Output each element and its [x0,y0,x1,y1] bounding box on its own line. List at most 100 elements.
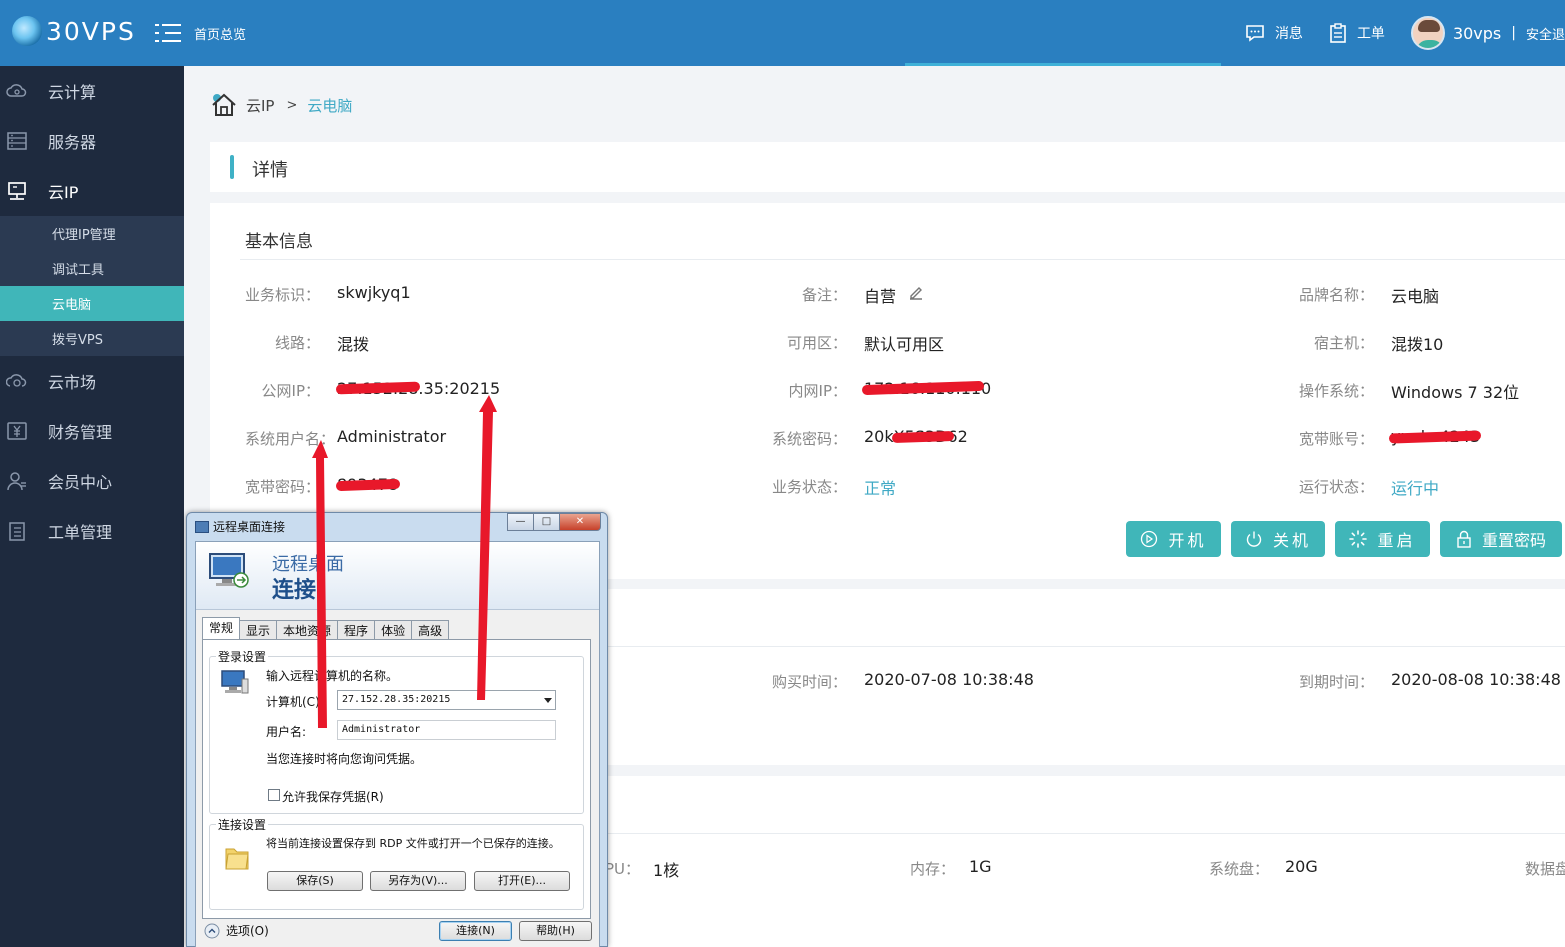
biz-id-value: skwjkyq1 [337,283,411,302]
tab-display[interactable]: 显示 [239,620,278,639]
tab-local-resources[interactable]: 本地资源 [276,620,339,639]
sys-user-label: 系统用户名： [245,430,336,448]
host-value: 混拨10 [1391,335,1444,354]
tickets-link[interactable]: 工单 [1329,23,1385,43]
biz-status-value: 正常 [864,479,897,498]
computer-combobox[interactable]: 27.152.28.35:20215 [337,690,556,710]
message-icon [1246,25,1264,42]
memory-value: 1G [969,857,992,876]
dialog-tabs: 常规 显示 本地资源 程序 体验 高级 [202,617,450,639]
sidebar-item-cloud-ip[interactable]: 云IP [0,166,184,216]
active-tab-indicator [905,63,1221,66]
buy-time-label: 购买时间： [771,673,847,691]
brand-value: 云电脑 [1391,287,1440,306]
nav-home-link[interactable]: 首页总览 [194,24,246,43]
tab-advanced[interactable]: 高级 [411,620,450,639]
reset-password-label: 重置密码 [1481,531,1546,550]
zone-value: 默认可用区 [864,335,945,354]
credential-note: 当您连接时将向您询问凭据。 [266,752,423,766]
dialog-body: 远程桌面 连接 常规 显示 本地资源 程序 体验 高级 登录设置 输入远程计算机… [195,541,600,947]
sidebar-item-cloud-compute[interactable]: 云计算 [0,66,184,116]
options-label: 选项(O) [226,924,269,938]
banner-title-line2: 连接 [272,578,317,603]
home-icon[interactable] [210,92,238,118]
sidebar-item-server[interactable]: 服务器 [0,116,184,166]
system-disk-value: 20G [1285,857,1318,876]
restart-button-label: 重启 [1377,531,1416,550]
sidebar-item-label: 云IP [48,183,79,202]
login-settings-title: 登录设置 [216,648,269,665]
tickets-label: 工单 [1356,26,1385,42]
allow-save-credentials-label[interactable]: 允许我保存凭据(R) [282,788,384,805]
close-button[interactable]: ✕ [559,513,601,531]
os-label: 操作系统： [1298,382,1374,400]
restart-button[interactable]: 重启 [1335,521,1430,557]
remark-value: 自营 [864,287,897,306]
dialog-titlebar[interactable]: 远程桌面连接 [195,518,285,535]
loading-icon [1349,530,1368,548]
sidebar-sub-dial-vps[interactable]: 拨号VPS [0,321,184,356]
breadcrumb-parent[interactable]: 云IP [246,95,274,116]
edit-icon[interactable] [907,284,925,302]
yen-icon [7,422,27,440]
start-button-label: 开机 [1168,531,1207,550]
run-status-value: 运行中 [1391,479,1440,498]
start-button[interactable]: 开机 [1126,521,1221,557]
window-controls: — □ ✕ [507,513,601,531]
computer-icon [221,670,249,694]
remark-label: 备注： [801,286,847,304]
user-name[interactable]: 30vps [1453,24,1501,43]
maximize-button[interactable]: □ [533,513,560,531]
section-title-basic: 基本信息 [245,232,313,252]
sidebar-item-finance[interactable]: 财务管理 [0,406,184,456]
save-as-button[interactable]: 另存为(V)... [370,871,466,891]
messages-link[interactable]: 消息 [1245,23,1303,43]
sidebar-sub-proxy-ip[interactable]: 代理IP管理 [0,216,184,251]
username-label: 用户名: [266,725,307,739]
computer-value: 27.152.28.35:20215 [342,694,451,705]
sidebar-item-member[interactable]: 会员中心 [0,456,184,506]
sidebar-item-tickets[interactable]: 工单管理 [0,506,184,556]
biz-status-label: 业务状态： [771,478,847,496]
login-settings-group: 登录设置 输入远程计算机的名称。 计算机(C): 27.152.28.35:20… [209,648,584,814]
stop-button[interactable]: 关机 [1231,521,1325,557]
lock-icon [1457,530,1471,548]
tab-general[interactable]: 常规 [202,617,241,639]
open-button[interactable]: 打开(E)... [474,871,570,891]
sidebar-item-label: 财务管理 [48,423,113,442]
sys-pwd-label: 系统密码： [771,430,847,448]
sidebar-item-market[interactable]: 云市场 [0,356,184,406]
logo-text: 30VPS [46,16,136,46]
dropdown-arrow-icon[interactable] [544,698,552,703]
avatar[interactable] [1410,16,1445,50]
dialog-banner: 远程桌面 连接 [196,542,599,610]
connection-settings-group: 连接设置 将当前连接设置保存到 RDP 文件或打开一个已保存的连接。 保存(S)… [209,816,584,910]
breadcrumb-separator: > [286,97,298,113]
reset-password-button[interactable]: 重置密码 [1440,521,1562,557]
tab-programs[interactable]: 程序 [337,620,376,639]
logo[interactable]: 30VPS [12,16,136,46]
folder-icon [225,848,249,870]
sidebar-item-label: 云市场 [48,373,97,392]
cpu-label: PU： [605,860,641,878]
username-field: Administrator [337,720,556,740]
connect-button[interactable]: 连接(N) [439,921,512,941]
buy-time-value: 2020-07-08 10:38:48 [864,670,1034,689]
bb-pwd-label: 宽带密码： [244,478,320,496]
allow-save-credentials-checkbox[interactable] [268,789,280,801]
tab-experience[interactable]: 体验 [374,620,413,639]
logout-link[interactable]: 安全退 [1526,24,1565,43]
divider [240,259,1565,260]
line-label: 线路： [274,334,320,352]
save-button[interactable]: 保存(S) [267,871,363,891]
zone-label: 可用区： [786,334,847,352]
sidebar-sub-cloud-pc[interactable]: 云电脑 [0,286,184,321]
menu-toggle-icon[interactable] [155,22,181,44]
help-button[interactable]: 帮助(H) [519,921,592,941]
minimize-button[interactable]: — [507,513,534,531]
sidebar-item-label: 会员中心 [48,473,113,492]
options-toggle[interactable]: 选项(O) [204,922,269,939]
rdp-app-icon [195,520,209,533]
sidebar-sub-debug-tools[interactable]: 调试工具 [0,251,184,286]
memory-label: 内存： [910,860,956,878]
